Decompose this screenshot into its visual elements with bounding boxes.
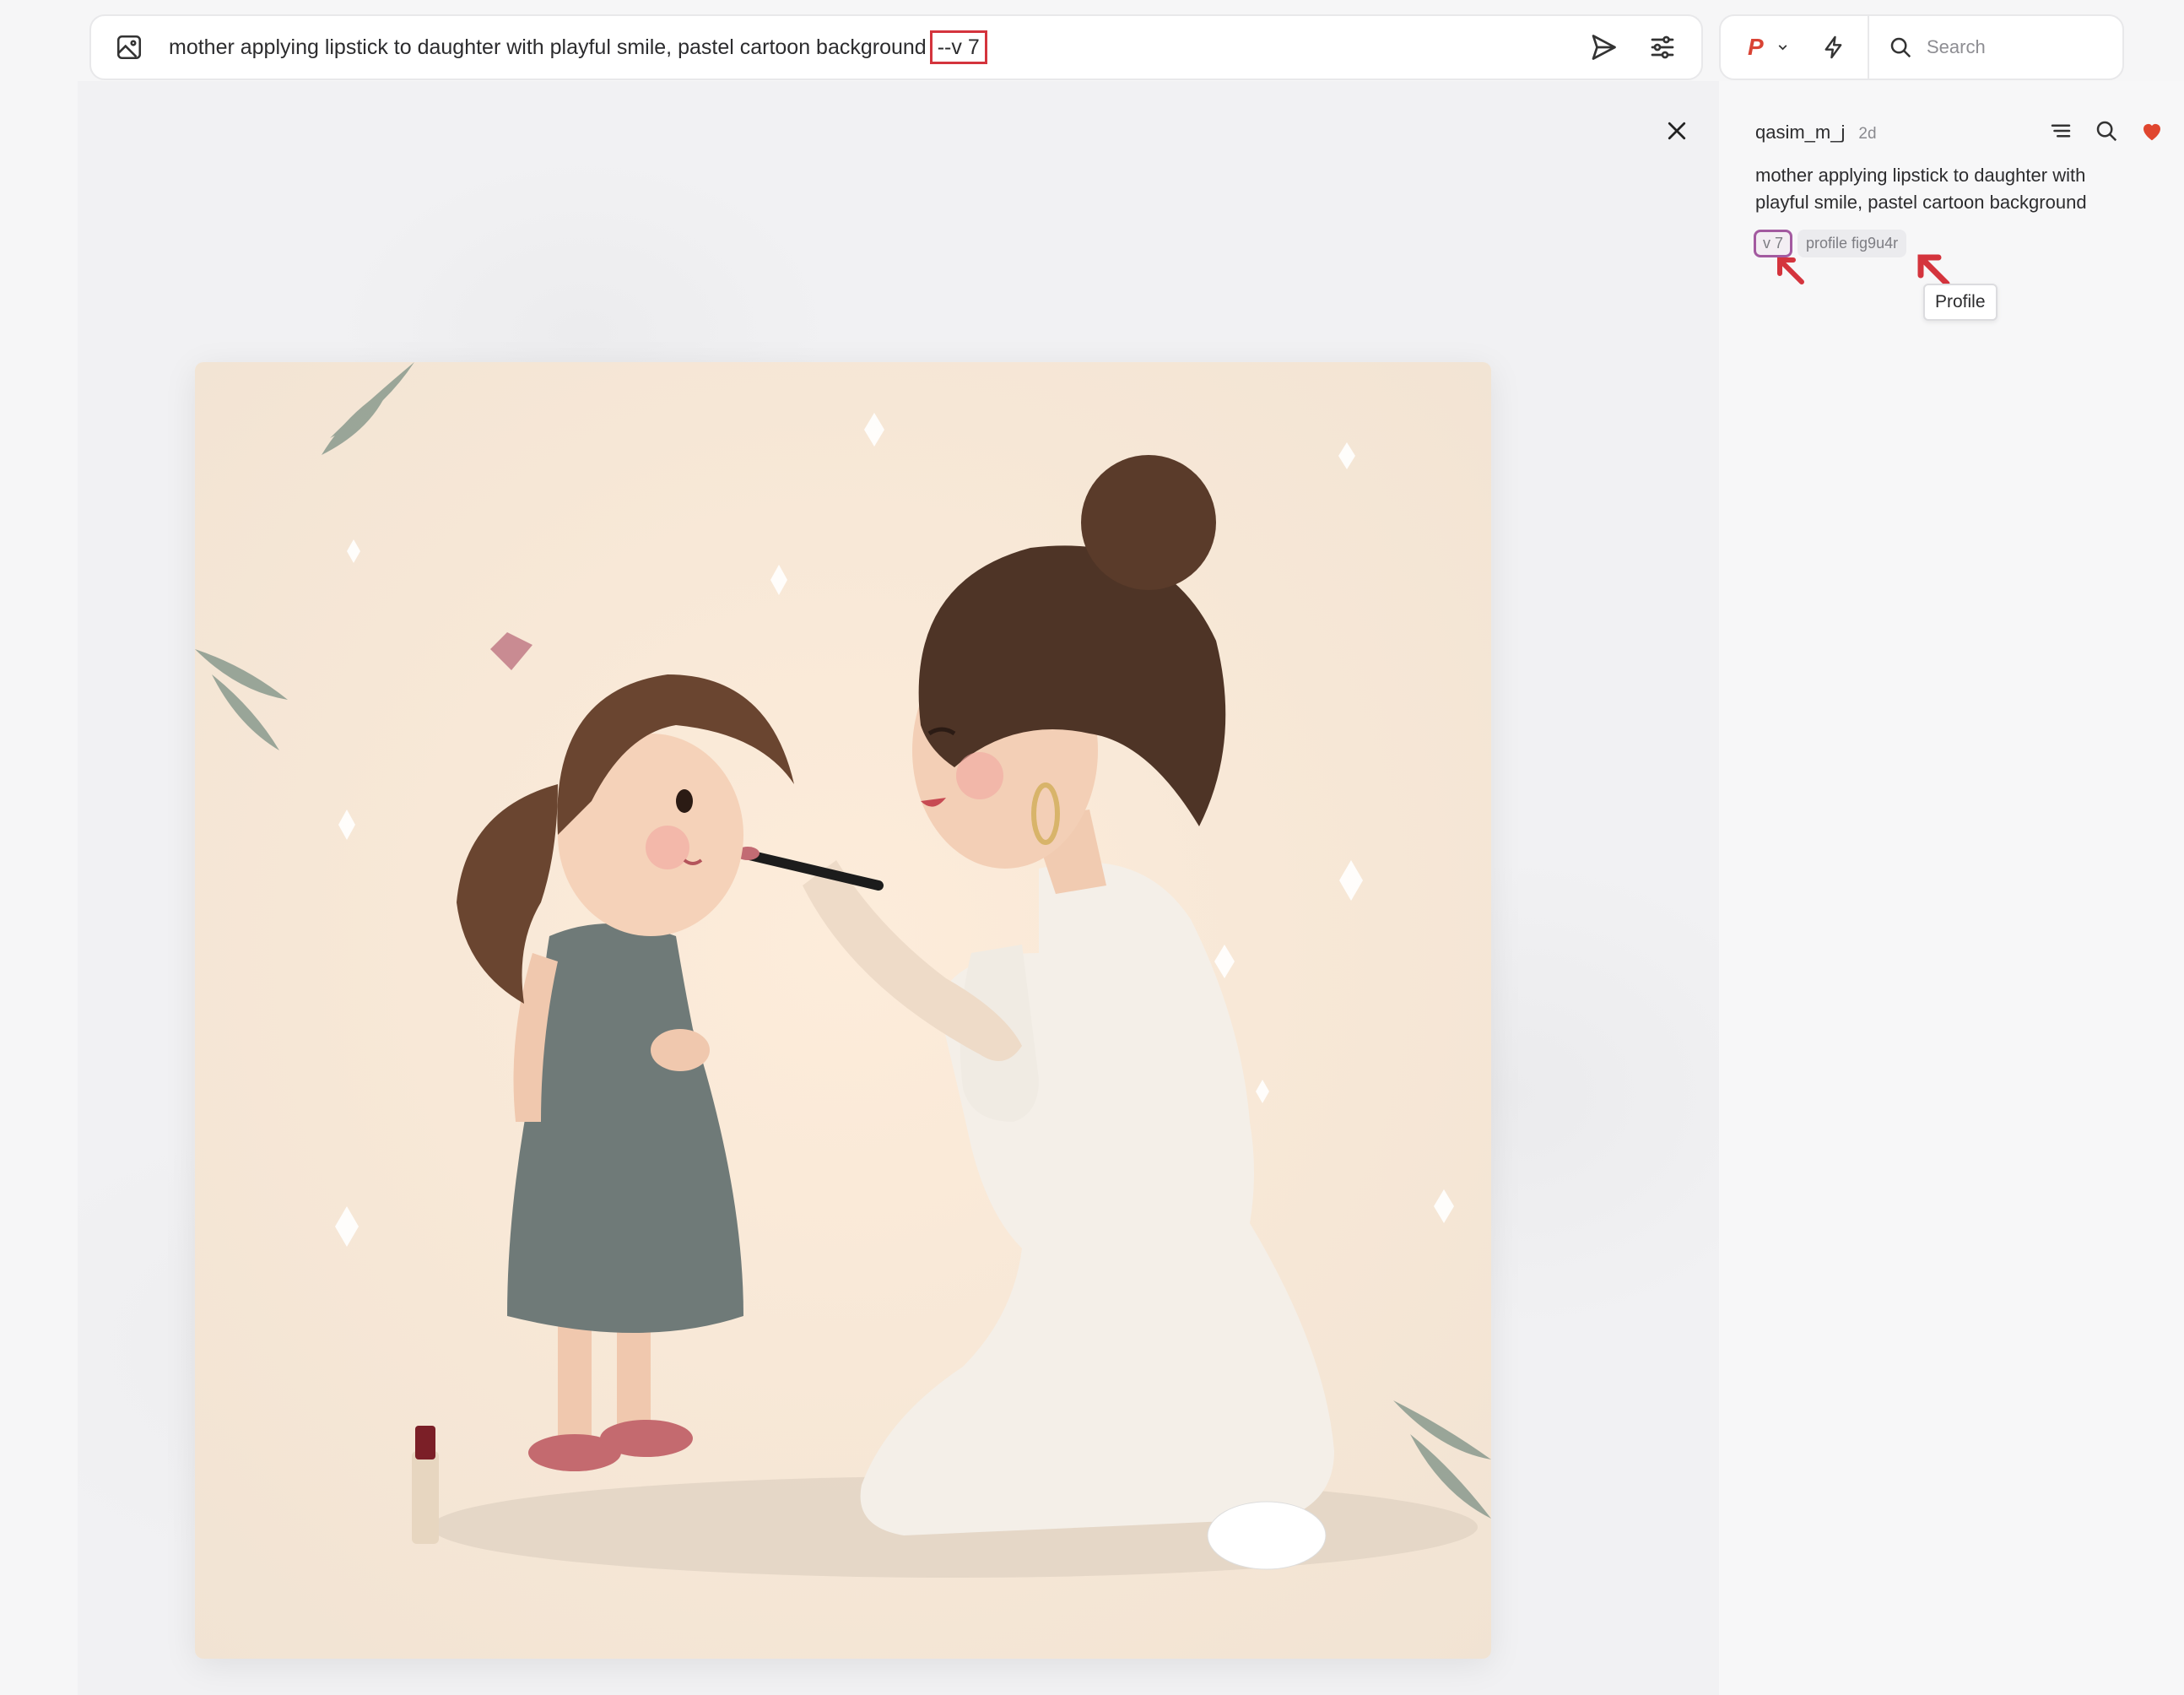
profile-tag[interactable]: profile fig9u4r <box>1797 230 1907 257</box>
list-icon[interactable] <box>2048 118 2073 144</box>
search-icon[interactable] <box>2094 118 2119 144</box>
generated-image[interactable] <box>195 362 1491 1659</box>
detail-actions <box>2048 118 2165 144</box>
prompt-input-text[interactable]: mother applying lipstick to daughter wit… <box>169 35 927 60</box>
prompt-text[interactable]: mother applying lipstick to daughter wit… <box>169 30 987 64</box>
image-icon[interactable] <box>115 33 143 62</box>
mode-letter: P <box>1748 34 1764 60</box>
mode-picker[interactable]: P <box>1721 33 1847 62</box>
prompt-bar[interactable]: mother applying lipstick to daughter wit… <box>89 14 1703 80</box>
bolt-icon[interactable] <box>1820 33 1847 62</box>
username[interactable]: qasim_m_j <box>1755 122 1845 144</box>
illustration <box>195 362 1491 1659</box>
sliders-icon[interactable] <box>1647 32 1678 62</box>
search-box[interactable] <box>1869 35 2112 60</box>
profile-tooltip: Profile <box>1923 284 1997 321</box>
version-param-highlight[interactable]: --v 7 <box>929 30 987 64</box>
detail-panel: qasim_m_j 2d mother applying lipstick to… <box>1719 81 2184 1695</box>
search-input[interactable] <box>1927 36 2112 58</box>
chevron-down-icon <box>1778 45 1787 51</box>
post-age: 2d <box>1858 125 1877 143</box>
annotation-arrow-version <box>1777 257 1804 284</box>
prompt-description[interactable]: mother applying lipstick to daughter wit… <box>1755 162 2135 216</box>
close-icon[interactable] <box>1664 118 1689 144</box>
author-row: qasim_m_j 2d <box>1755 122 1877 144</box>
heart-icon[interactable] <box>2139 118 2165 144</box>
send-icon[interactable] <box>1588 32 1619 62</box>
search-icon <box>1890 37 1911 58</box>
right-toolbar: P <box>1719 14 2124 80</box>
